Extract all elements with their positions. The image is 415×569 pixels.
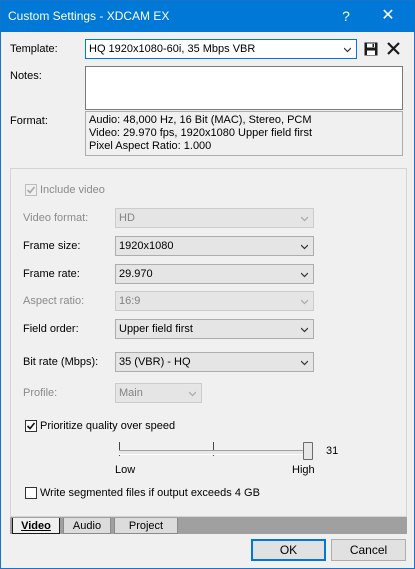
quality-value: 31 — [326, 445, 339, 457]
tab-project[interactable]: Project — [114, 518, 178, 534]
bit-rate-value: 35 (VBR) - HQ — [119, 356, 191, 368]
format-line: Pixel Aspect Ratio: 1.000 — [89, 140, 212, 152]
aspect-ratio-value: 16:9 — [119, 295, 141, 307]
video-format-value: HD — [119, 212, 135, 224]
window-title: Custom Settings - XDCAM EX — [8, 9, 170, 23]
tab-audio[interactable]: Audio — [63, 518, 111, 534]
aspect-ratio-combo[interactable]: 16:9 — [115, 291, 314, 311]
write-segmented-label: Write segmented files if output exceeds … — [40, 487, 260, 499]
checkmark-icon — [26, 422, 36, 430]
format-line: Video: 29.970 fps, 1920x1080 Upper field… — [89, 127, 313, 139]
template-label: Template: — [10, 43, 58, 55]
help-button[interactable]: ? — [331, 6, 361, 26]
chevron-down-icon — [301, 244, 308, 250]
field-order-value: Upper field first — [119, 323, 193, 335]
chevron-down-icon — [189, 391, 196, 397]
chevron-down-icon — [301, 216, 308, 222]
close-button[interactable]: ✕ — [373, 6, 403, 26]
bit-rate-label: Bit rate (Mbps): — [23, 356, 99, 368]
quality-slider-thumb[interactable] — [303, 442, 313, 460]
chevron-down-icon — [301, 272, 308, 278]
chevron-down-icon — [344, 47, 351, 53]
chevron-down-icon — [301, 360, 308, 366]
slider-low-label: Low — [115, 464, 136, 476]
bit-rate-combo[interactable]: 35 (VBR) - HQ — [115, 352, 314, 372]
frame-size-value: 1920x1080 — [119, 240, 174, 252]
frame-rate-label: Frame rate: — [23, 268, 80, 280]
frame-size-combo[interactable]: 1920x1080 — [115, 236, 314, 256]
format-line: Audio: 48,000 Hz, 16 Bit (MAC), Stereo, … — [89, 114, 312, 126]
write-segmented-checkbox[interactable] — [25, 487, 37, 499]
delete-template-icon[interactable] — [387, 42, 400, 55]
ok-button[interactable]: OK — [251, 539, 326, 561]
slider-high-label: High — [292, 464, 315, 476]
custom-settings-dialog: Custom Settings - XDCAM EX ? ✕ Template:… — [0, 0, 415, 569]
notes-label: Notes: — [10, 70, 42, 82]
checkmark-icon — [26, 186, 36, 194]
notes-field[interactable] — [85, 66, 403, 110]
title-bar[interactable]: Custom Settings - XDCAM EX ? ✕ — [1, 1, 414, 32]
format-label: Format: — [10, 115, 48, 127]
template-value: HQ 1920x1080-60i, 35 Mbps VBR — [89, 43, 256, 55]
include-video-label: Include video — [40, 184, 105, 196]
aspect-ratio-label: Aspect ratio: — [23, 295, 85, 307]
prioritize-quality-label: Prioritize quality over speed — [40, 420, 176, 432]
profile-label: Profile: — [23, 387, 58, 399]
frame-rate-combo[interactable]: 29.970 — [115, 264, 314, 284]
field-order-label: Field order: — [23, 323, 79, 335]
quality-slider-track[interactable] — [119, 450, 311, 455]
profile-value: Main — [119, 387, 143, 399]
video-format-label: Video format: — [23, 212, 89, 224]
format-summary: Audio: 48,000 Hz, 16 Bit (MAC), Stereo, … — [85, 111, 403, 156]
cancel-button[interactable]: Cancel — [331, 539, 406, 561]
include-video-checkbox[interactable] — [25, 184, 37, 196]
frame-rate-value: 29.970 — [119, 268, 153, 280]
chevron-down-icon — [301, 299, 308, 305]
field-order-combo[interactable]: Upper field first — [115, 319, 314, 339]
prioritize-quality-checkbox[interactable] — [25, 420, 37, 432]
chevron-down-icon — [301, 327, 308, 333]
template-combo[interactable]: HQ 1920x1080-60i, 35 Mbps VBR — [85, 39, 357, 59]
tab-video[interactable]: Video — [12, 518, 60, 534]
video-format-combo[interactable]: HD — [115, 208, 314, 228]
save-template-icon[interactable] — [364, 42, 378, 56]
profile-combo[interactable]: Main — [115, 383, 202, 403]
frame-size-label: Frame size: — [23, 240, 81, 252]
